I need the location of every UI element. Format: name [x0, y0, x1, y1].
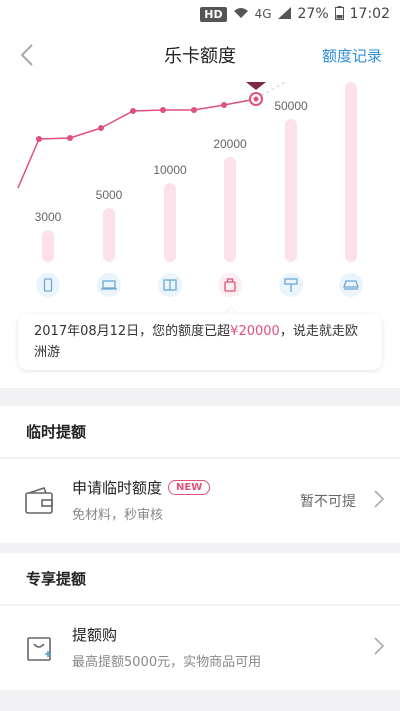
credit-purchase-text: 提额购 最高提额5000元，实物商品可用 — [72, 624, 261, 670]
growth-point — [98, 125, 104, 131]
back-button[interactable] — [14, 40, 40, 70]
battery-icon — [334, 5, 344, 23]
page: HD 4G 27% 17:02 乐卡额度 额度记录 3000 5000 10000 2… — [0, 0, 400, 711]
growth-point — [36, 136, 42, 142]
apply-temp-credit-text: 申请临时额度 NEW 免材料，秒审核 — [72, 477, 211, 523]
bar-label: 3000 — [35, 210, 62, 224]
growth-point — [130, 108, 136, 114]
credit-purchase-title: 提额购 — [72, 624, 261, 645]
phone-icon-bg — [36, 273, 60, 297]
credit-purchase-subtitle: 最高提额5000元，实物商品可用 — [72, 655, 262, 670]
laptop-icon-bg — [97, 273, 121, 297]
exclusive-section-header: 专享提额 — [0, 553, 400, 605]
chart-bar — [42, 230, 54, 262]
chart-bar — [285, 119, 297, 262]
apply-temp-credit-label: 申请临时额度 — [72, 479, 163, 497]
records-link[interactable]: 额度记录 — [322, 45, 382, 66]
apply-temp-credit-title: 申请临时额度 NEW — [72, 477, 211, 498]
chevron-right-icon — [374, 489, 385, 514]
wallet-icon — [25, 487, 53, 514]
chevron-right-icon — [374, 636, 385, 661]
growth-point — [221, 102, 227, 108]
credit-purchase-label: 提额购 — [72, 626, 118, 644]
clock: 17:02 — [349, 6, 390, 22]
credit-chart: 3000 5000 10000 20000 50000 2017年08月12日，您的额度… — [0, 82, 400, 388]
bar-label: 10000 — [153, 163, 187, 177]
battery-percent: 27% — [297, 6, 329, 22]
apply-temp-credit-status: 暂不可提 — [300, 494, 356, 510]
credit-purchase-row[interactable]: 提额购 最高提额5000元，实物商品可用 — [0, 606, 400, 690]
apply-temp-credit-subtitle: 免材料，秒审核 — [72, 508, 164, 523]
chart-bar — [224, 157, 236, 262]
chart-bar — [103, 208, 115, 262]
milestone-tooltip: 2017年08月12日，您的额度已超¥20000，说走就走欧洲游 — [18, 314, 382, 370]
apply-temp-credit-row[interactable]: 申请临时额度 NEW 免材料，秒审核 暂不可提 — [0, 459, 400, 543]
chevron-left-icon — [20, 44, 33, 66]
new-badge: NEW — [168, 480, 211, 495]
growth-point — [67, 135, 73, 141]
bar-label: 50000 — [274, 99, 308, 113]
current-point-center — [253, 96, 259, 102]
tooltip-amount: ¥20000 — [230, 324, 280, 339]
bag-icon-bg — [218, 273, 242, 297]
temp-section-title: 临时提额 — [26, 423, 87, 441]
tooltip-prefix: 2017年08月12日，您的额度已超 — [34, 324, 231, 339]
car-icon-bg — [339, 273, 363, 297]
bar-label: 5000 — [96, 188, 123, 202]
hd-badge: HD — [200, 6, 227, 22]
avatar-marker — [246, 82, 266, 90]
chart-svg: 3000 5000 10000 20000 50000 — [17, 82, 363, 297]
nav-bar: 乐卡额度 额度记录 — [0, 28, 400, 82]
page-title: 乐卡额度 — [164, 46, 236, 67]
exclusive-section-title: 专享提额 — [26, 570, 87, 588]
signal-icon — [277, 6, 292, 22]
network-type: 4G — [254, 7, 272, 21]
temp-section-header: 临时提额 — [0, 406, 400, 458]
bar-label: 20000 — [213, 137, 247, 151]
growth-point — [160, 107, 166, 113]
chart-bar — [345, 82, 357, 262]
chart-bar — [164, 183, 176, 262]
status-bar: HD 4G 27% 17:02 — [0, 0, 400, 28]
shopping-bag-icon — [27, 637, 51, 661]
growth-point — [191, 107, 197, 113]
wifi-icon — [233, 7, 249, 22]
